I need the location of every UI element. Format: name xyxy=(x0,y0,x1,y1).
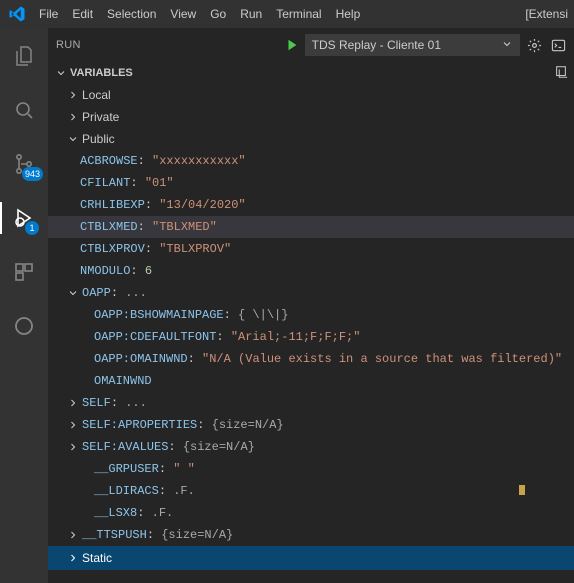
menubar: File Edit Selection View Go Run Terminal… xyxy=(0,0,574,28)
activity-source-control[interactable]: 943 xyxy=(0,144,48,184)
var-row[interactable]: OAPP:BSHOWMAINPAGE: { \|\|} xyxy=(48,304,574,326)
var-row[interactable]: SELF:AVALUES: {size=N/A} xyxy=(48,436,574,458)
var-row[interactable]: SELF:APROPERTIES: {size=N/A} xyxy=(48,414,574,436)
scroll-marker xyxy=(519,485,525,495)
chevron-down-icon xyxy=(501,38,513,53)
chevron-right-icon xyxy=(66,397,80,409)
collapse-all-icon[interactable] xyxy=(554,65,568,82)
var-row[interactable]: __LDIRACS: .F. xyxy=(48,480,574,502)
window-title-truncated: [Extensi xyxy=(525,7,570,21)
chevron-right-icon xyxy=(66,441,80,453)
section-variables[interactable]: VARIABLES xyxy=(48,62,574,84)
debug-config-select[interactable]: TDS Replay - Cliente 01 xyxy=(305,34,520,56)
chevron-right-icon xyxy=(66,89,80,101)
run-panel: RUN TDS Replay - Cliente 01 VARIABLES xyxy=(48,28,574,583)
activity-other[interactable] xyxy=(0,306,48,346)
section-variables-label: VARIABLES xyxy=(70,67,133,79)
scope-public[interactable]: Public xyxy=(48,128,574,150)
chevron-right-icon xyxy=(66,552,80,564)
var-row[interactable]: CRHLIBEXP: "13/04/2020" xyxy=(48,194,574,216)
scope-local[interactable]: Local xyxy=(48,84,574,106)
activity-bar: 943 1 xyxy=(0,28,48,583)
chevron-down-icon xyxy=(54,67,68,79)
var-row[interactable]: OAPP: ... xyxy=(48,282,574,304)
debug-console-button[interactable] xyxy=(550,37,566,53)
scope-private[interactable]: Private xyxy=(48,106,574,128)
vscode-logo-icon xyxy=(8,5,26,23)
menu-go[interactable]: Go xyxy=(203,3,233,25)
var-row[interactable]: CTBLXPROV: "TBLXPROV" xyxy=(48,238,574,260)
menu-run[interactable]: Run xyxy=(233,3,269,25)
activity-run-debug[interactable]: 1 xyxy=(0,198,48,238)
chevron-down-icon xyxy=(66,133,80,145)
var-row[interactable]: NMODULO: 6 xyxy=(48,260,574,282)
menu-edit[interactable]: Edit xyxy=(65,3,100,25)
chevron-down-icon xyxy=(66,287,80,299)
debug-badge: 1 xyxy=(25,221,39,235)
debug-start-button[interactable] xyxy=(285,38,299,52)
var-row[interactable]: __LSX8: .F. xyxy=(48,502,574,524)
scope-static[interactable]: Static xyxy=(48,546,574,570)
var-row[interactable]: CTBLXMED: "TBLXMED" xyxy=(48,216,574,238)
activity-extensions[interactable] xyxy=(0,252,48,292)
variables-tree: Local Private Public ACBROWSE: "xxxxxxxx… xyxy=(48,84,574,583)
debug-settings-button[interactable] xyxy=(526,37,542,53)
var-row[interactable]: OMAINWND xyxy=(48,370,574,392)
var-row[interactable]: SELF: ... xyxy=(48,392,574,414)
chevron-right-icon xyxy=(66,529,80,541)
var-row[interactable]: __TTSPUSH: {size=N/A} xyxy=(48,524,574,546)
debug-config-label: TDS Replay - Cliente 01 xyxy=(312,38,441,52)
var-row[interactable]: OAPP:CDEFAULTFONT: "Arial;-11;F;F;F;" xyxy=(48,326,574,348)
source-control-badge: 943 xyxy=(22,167,43,181)
menu-view[interactable]: View xyxy=(163,3,203,25)
var-row[interactable]: ACBROWSE: "xxxxxxxxxxx" xyxy=(48,150,574,172)
activity-explorer[interactable] xyxy=(0,36,48,76)
menu-file[interactable]: File xyxy=(32,3,65,25)
chevron-right-icon xyxy=(66,419,80,431)
activity-search[interactable] xyxy=(0,90,48,130)
menu-help[interactable]: Help xyxy=(329,3,368,25)
menu-selection[interactable]: Selection xyxy=(100,3,163,25)
var-row[interactable]: __GRPUSER: " " xyxy=(48,458,574,480)
chevron-right-icon xyxy=(66,111,80,123)
var-row[interactable]: OAPP:OMAINWND: "N/A (Value exists in a s… xyxy=(48,348,574,370)
var-row[interactable]: CFILANT: "01" xyxy=(48,172,574,194)
panel-title: RUN xyxy=(56,39,81,51)
menu-terminal[interactable]: Terminal xyxy=(269,3,328,25)
